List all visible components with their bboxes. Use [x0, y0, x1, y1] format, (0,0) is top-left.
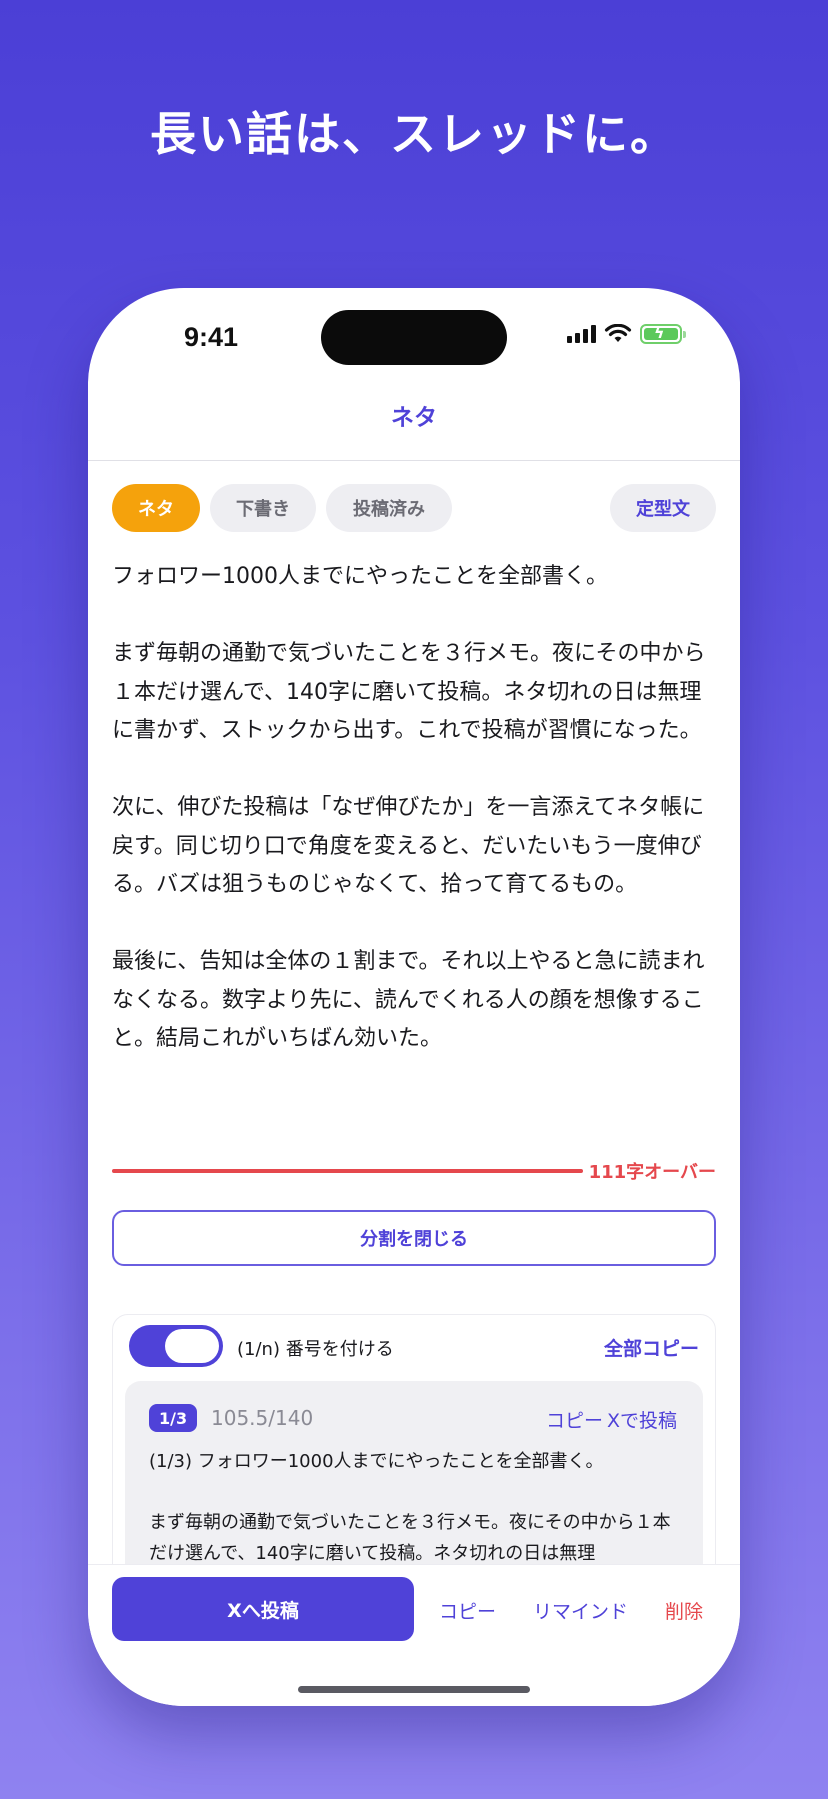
- template-button[interactable]: 定型文: [610, 484, 716, 532]
- over-limit-label: 111字オーバー: [588, 1162, 716, 1183]
- bottom-action-bar: Xへ投稿 コピー リマインド 削除: [88, 1564, 740, 1706]
- copy-all-button[interactable]: 全部コピー: [604, 1334, 699, 1361]
- copy-button[interactable]: コピー: [439, 1597, 496, 1624]
- wifi-icon: [604, 324, 632, 342]
- delete-button[interactable]: 削除: [665, 1597, 703, 1624]
- dynamic-island: [321, 310, 507, 365]
- headline: 長い話は、スレッドに。: [150, 107, 678, 161]
- phone-screen: 9:41 ϟ ネタ ネタ 下書き 投稿済み 定型文 フォロワー1000人までにや…: [88, 288, 740, 1706]
- status-time: 9:41: [184, 322, 239, 352]
- numbering-toggle[interactable]: [129, 1325, 223, 1367]
- editor-text[interactable]: フォロワー1000人までにやったことを全部書く。 まず毎朝の通勤で気づいたことを…: [112, 558, 718, 1059]
- part-post-x-button[interactable]: Xで投稿: [607, 1406, 677, 1433]
- tab-posted[interactable]: 投稿済み: [326, 484, 452, 532]
- cellular-signal-icon: [567, 325, 596, 343]
- toggle-knob: [165, 1329, 219, 1363]
- post-to-x-button[interactable]: Xへ投稿: [112, 1577, 414, 1641]
- part-number-badge: 1/3: [149, 1404, 198, 1432]
- nav-divider: [88, 460, 740, 461]
- over-limit-bar: [112, 1169, 583, 1173]
- tab-neta[interactable]: ネタ: [112, 484, 200, 532]
- remind-button[interactable]: リマインド: [533, 1597, 628, 1624]
- filter-tabs: ネタ 下書き 投稿済み 定型文: [112, 484, 716, 532]
- part-copy-button[interactable]: コピー: [546, 1406, 603, 1433]
- status-icons: ϟ: [567, 323, 686, 344]
- part-char-count: 105.5/140: [211, 1406, 314, 1430]
- battery-charging-icon: ϟ: [640, 323, 686, 344]
- tab-draft[interactable]: 下書き: [210, 484, 316, 532]
- home-indicator[interactable]: [298, 1686, 530, 1693]
- split-close-button[interactable]: 分割を閉じる: [112, 1210, 716, 1266]
- nav-title: ネタ: [391, 405, 437, 431]
- numbering-label: (1/n) 番号を付ける: [237, 1339, 394, 1360]
- part-text: (1/3) フォロワー1000人までにやったことを全部書く。 まず毎朝の通勤で気…: [149, 1451, 671, 1564]
